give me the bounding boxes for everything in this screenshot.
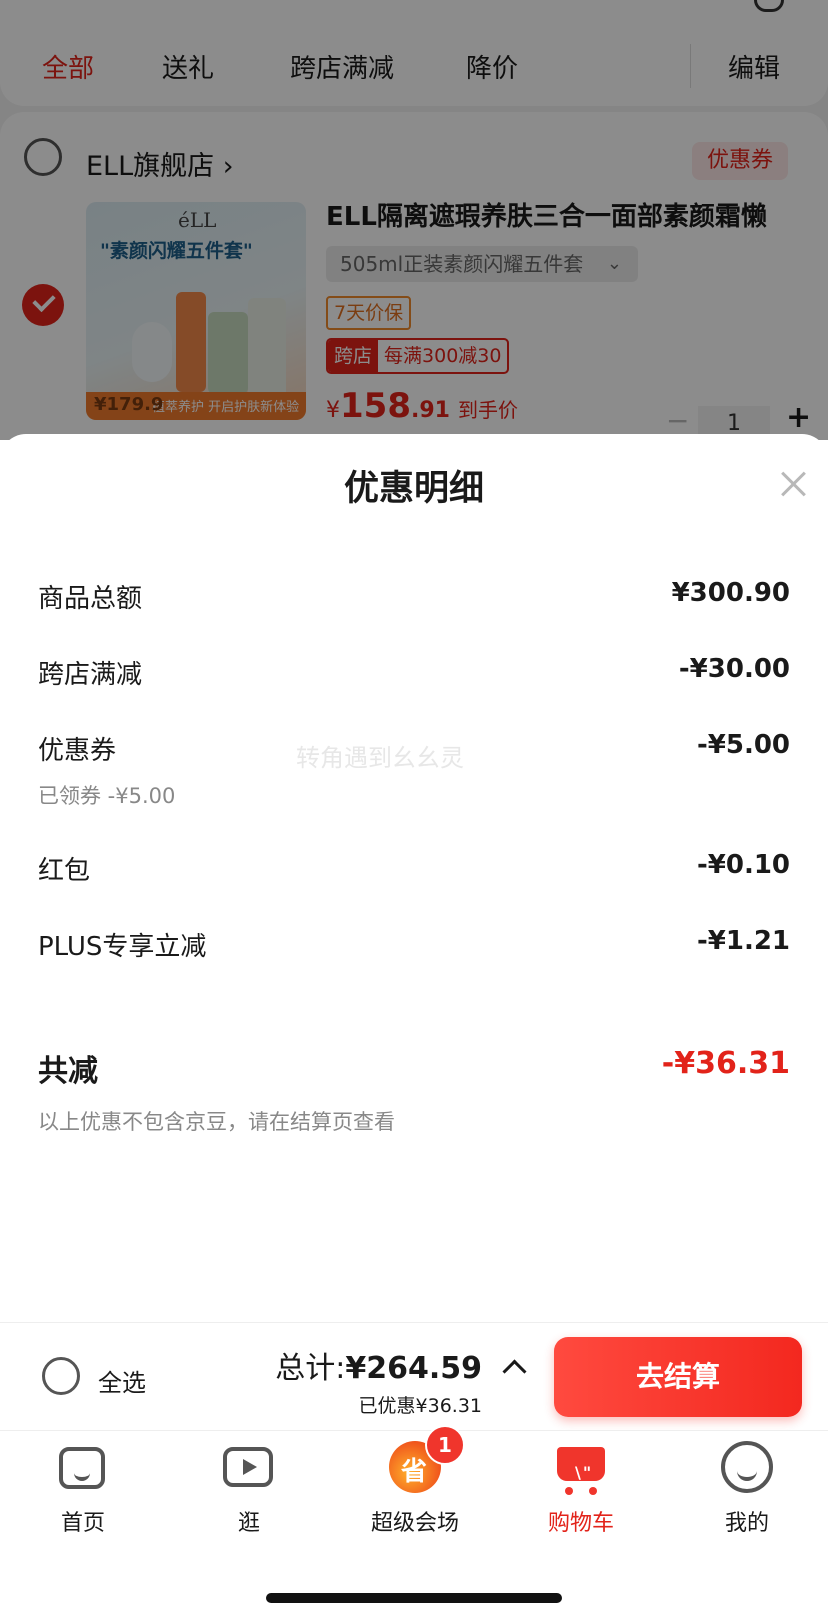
home-indicator[interactable] (266, 1593, 562, 1603)
footnote: 以上优惠不包含京豆，请在结算页查看 (38, 1110, 395, 1134)
total-prefix: 总计: (275, 1351, 346, 1386)
tab-label: 超级会场 (370, 1511, 459, 1536)
tab-label: 逛 (237, 1511, 260, 1536)
tab-profile[interactable]: 我的 (664, 1439, 828, 1537)
total-discount-label: 共减 (38, 1054, 98, 1089)
row-label-cross-store: 跨店满减 (38, 660, 143, 690)
dim-overlay[interactable] (0, 0, 828, 440)
total-discount-value: -¥36.31 (661, 1046, 790, 1081)
tab-browse[interactable]: 逛 (166, 1439, 332, 1537)
tab-label: 首页 (60, 1511, 105, 1536)
notification-badge: 1 (425, 1425, 465, 1465)
discount-detail-sheet: 优惠明细 商品总额 ¥300.90 跨店满减 -¥30.00 优惠券 -¥5.0… (0, 434, 828, 1324)
cart-page-background: 全部 送礼 跨店满减 降价 编辑 ELL旗舰店 › 优惠券 éLL "素颜闪耀五… (0, 0, 828, 440)
sheet-title: 优惠明细 (343, 469, 484, 509)
row-label-coupon: 优惠券 (38, 736, 117, 766)
row-label-goods-total: 商品总额 (38, 584, 143, 614)
select-all-label[interactable]: 全选 (98, 1363, 146, 1398)
video-icon (223, 1447, 273, 1487)
home-icon (59, 1447, 105, 1489)
cart-icon: \" (557, 1447, 605, 1495)
select-all-radio[interactable] (42, 1357, 80, 1395)
row-label-plus: PLUS专享立减 (38, 932, 207, 962)
tab-home[interactable]: 首页 (0, 1439, 166, 1537)
tab-label: 我的 (724, 1511, 769, 1536)
watermark: 转角遇到幺幺灵 (296, 744, 464, 772)
tab-super-venue[interactable]: 1 超级会场 (332, 1425, 498, 1537)
row-value-goods-total: ¥300.90 (671, 578, 790, 608)
checkout-button[interactable]: 去结算 (554, 1337, 802, 1417)
tab-label: 购物车 (547, 1511, 614, 1536)
close-icon[interactable] (776, 466, 812, 502)
row-sub-coupon: 已领券 -¥5.00 (38, 784, 176, 808)
row-value-red-packet: -¥0.10 (696, 850, 790, 880)
total-amount: ¥264.59 (345, 1351, 482, 1386)
checkout-bar: 全选 总计:¥264.59 已优惠¥36.31 去结算 (0, 1322, 828, 1431)
row-value-plus: -¥1.21 (696, 926, 790, 956)
chevron-up-icon[interactable] (502, 1359, 527, 1384)
bottom-tab-bar: 首页 逛 1 超级会场 \" 购物车 我的 (0, 1425, 828, 1620)
row-value-coupon: -¥5.00 (696, 730, 790, 760)
row-label-red-packet: 红包 (38, 856, 91, 886)
row-value-cross-store: -¥30.00 (678, 654, 790, 684)
profile-icon (721, 1441, 773, 1493)
total-line: 总计:¥264.59 (275, 1343, 482, 1387)
tab-cart[interactable]: \" 购物车 (498, 1439, 664, 1537)
saved-amount: 已优惠¥36.31 (358, 1395, 482, 1417)
